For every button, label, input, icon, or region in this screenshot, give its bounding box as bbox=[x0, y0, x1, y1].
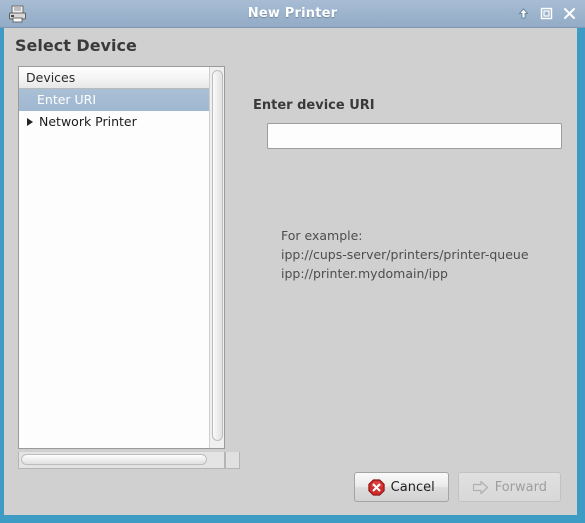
list-item-network-printer[interactable]: Network Printer bbox=[19, 111, 224, 133]
forward-button[interactable]: Forward bbox=[457, 472, 561, 502]
list-item-label: Enter URI bbox=[37, 92, 97, 107]
cancel-button[interactable]: Cancel bbox=[353, 472, 449, 502]
dialog-content: Select Device Devices Enter URI Network … bbox=[4, 28, 577, 515]
cancel-button-label: Cancel bbox=[390, 479, 435, 495]
devices-list-horizontal-scrollbar[interactable] bbox=[18, 452, 225, 469]
window-controls bbox=[515, 4, 577, 22]
example-line-2: ipp://printer.mydomain/ipp bbox=[281, 266, 448, 281]
shade-button[interactable] bbox=[515, 4, 531, 22]
example-line-1: ipp://cups-server/printers/printer-queue bbox=[281, 247, 529, 262]
devices-list-vertical-scrollbar[interactable] bbox=[209, 67, 224, 448]
example-text: For example: ipp://cups-server/printers/… bbox=[281, 226, 529, 283]
devices-list-rows: Enter URI Network Printer bbox=[19, 89, 224, 133]
chevron-right-icon[interactable] bbox=[27, 118, 33, 126]
titlebar[interactable]: New Printer bbox=[0, 0, 585, 28]
list-item-label: Network Printer bbox=[39, 114, 137, 129]
devices-list[interactable]: Devices Enter URI Network Printer bbox=[18, 66, 225, 449]
new-printer-window: New Printer Select Device Devices Enter … bbox=[0, 0, 585, 523]
dialog-footer: Cancel Forward bbox=[353, 472, 561, 502]
scrollbar-thumb[interactable] bbox=[21, 454, 207, 465]
maximize-button[interactable] bbox=[538, 4, 554, 22]
stop-icon bbox=[368, 478, 385, 496]
page-title: Select Device bbox=[15, 36, 137, 55]
arrow-right-icon bbox=[472, 479, 489, 496]
forward-button-label: Forward bbox=[494, 479, 547, 495]
scrollbar-corner bbox=[225, 452, 240, 469]
device-uri-label: Enter device URI bbox=[253, 98, 375, 113]
window-title: New Printer bbox=[247, 6, 338, 21]
scrollbar-thumb[interactable] bbox=[212, 70, 223, 441]
printer-icon bbox=[8, 5, 27, 23]
close-button[interactable] bbox=[561, 4, 577, 22]
example-heading: For example: bbox=[281, 228, 363, 243]
device-uri-input[interactable] bbox=[267, 123, 562, 149]
devices-column-header[interactable]: Devices bbox=[19, 67, 224, 89]
list-item-enter-uri[interactable]: Enter URI bbox=[19, 89, 224, 111]
